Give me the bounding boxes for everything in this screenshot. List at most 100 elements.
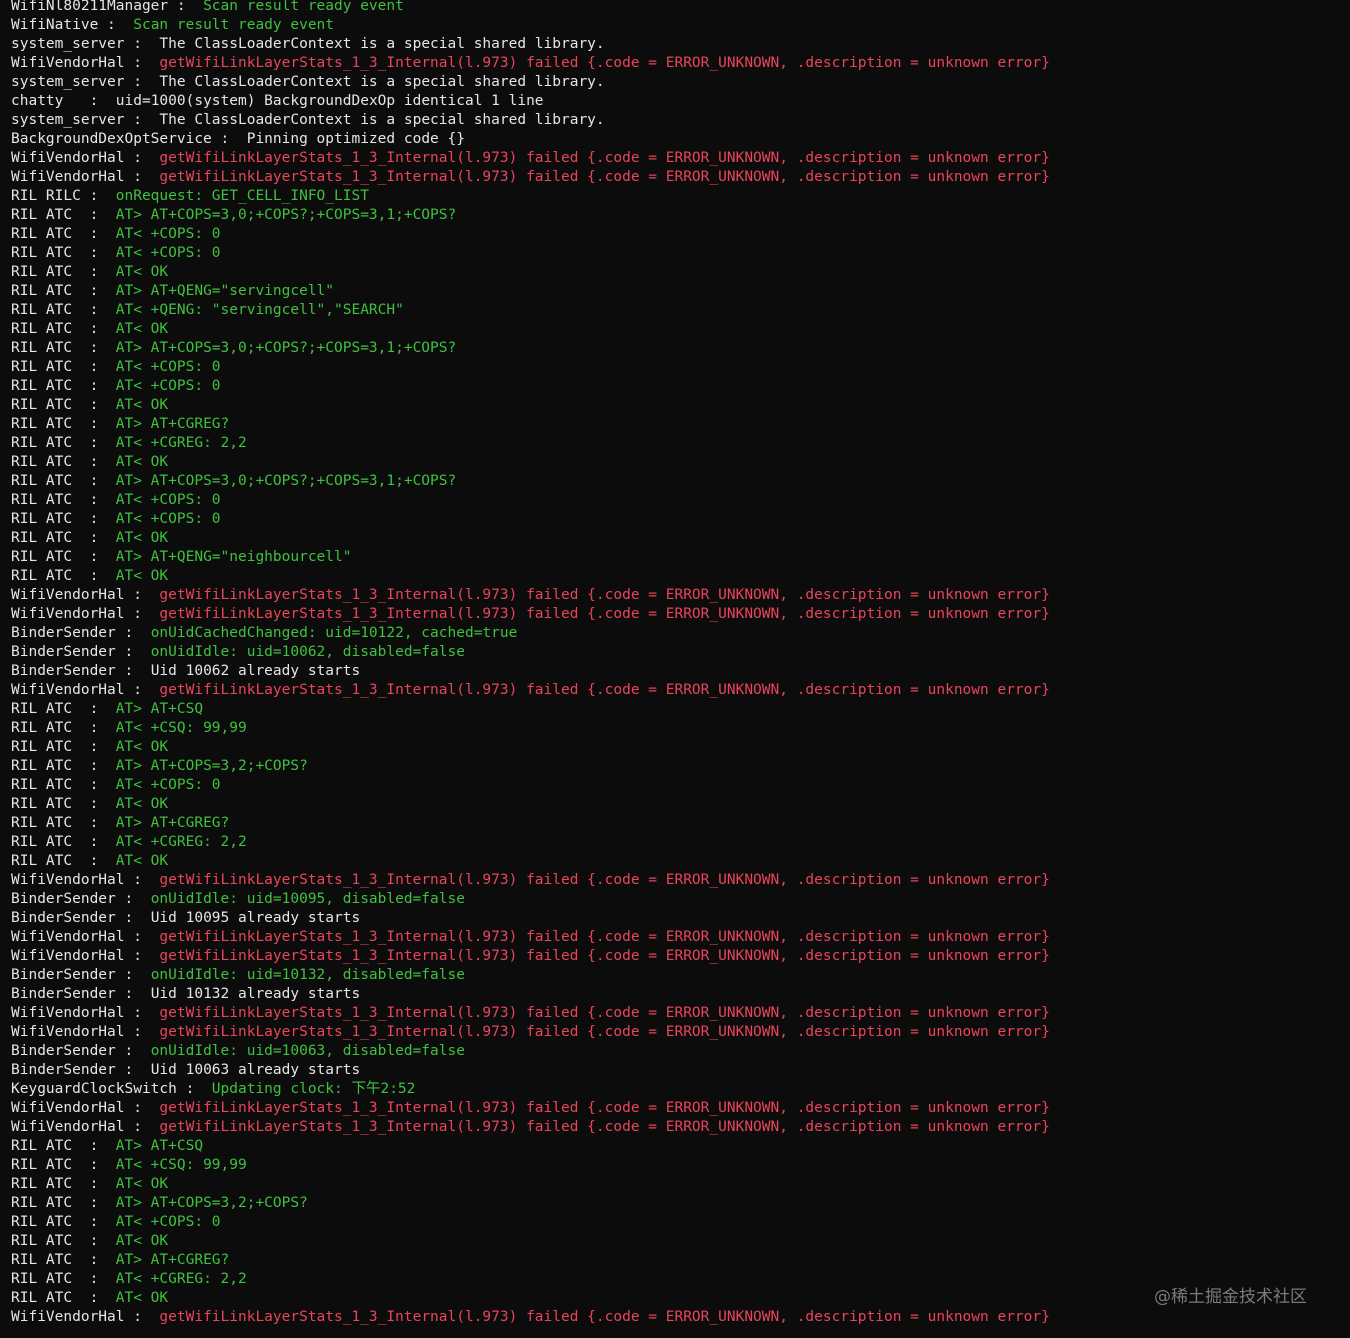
log-separator: : bbox=[72, 416, 116, 432]
log-tag: RIL ATC bbox=[11, 511, 73, 527]
log-separator: : bbox=[72, 549, 116, 565]
log-message: AT< +COPS: 0 bbox=[115, 226, 221, 242]
log-line: RIL ATC : AT< +CSQ: 99,99 bbox=[11, 1156, 1350, 1175]
log-line: RIL ATC : AT> AT+CGREG? bbox=[11, 1251, 1350, 1270]
log-separator: : bbox=[176, 1081, 212, 1097]
log-message: AT< OK bbox=[115, 321, 169, 337]
log-line: WifiVendorHal : getWifiLinkLayerStats_1_… bbox=[11, 1308, 1350, 1327]
log-message: AT> AT+QENG="neighbourcell" bbox=[115, 549, 352, 565]
log-separator: : bbox=[124, 872, 160, 888]
watermark-text: @稀土掘金技术社区 bbox=[1154, 1287, 1307, 1307]
log-message: Uid 10063 already starts bbox=[150, 1062, 361, 1078]
log-separator: : bbox=[72, 378, 116, 394]
log-separator: : bbox=[72, 435, 116, 451]
log-message: onRequest: GET_CELL_INFO_LIST bbox=[115, 188, 369, 204]
log-message: AT> AT+CSQ bbox=[115, 701, 204, 717]
log-line: BinderSender : onUidCachedChanged: uid=1… bbox=[11, 624, 1350, 643]
log-line: RIL ATC : AT< OK bbox=[11, 567, 1350, 586]
log-message: The ClassLoaderContext is a special shar… bbox=[159, 36, 605, 52]
log-message: Pinning optimized code {} bbox=[246, 131, 465, 147]
log-tag: RIL ATC bbox=[11, 549, 73, 565]
log-separator: : bbox=[72, 815, 116, 831]
log-message: AT< +QENG: "servingcell","SEARCH" bbox=[115, 302, 404, 318]
log-separator: : bbox=[72, 473, 116, 489]
log-message: AT> AT+CSQ bbox=[115, 1138, 204, 1154]
log-tag: RIL ATC bbox=[11, 701, 73, 717]
log-line: RIL RILC : onRequest: GET_CELL_INFO_LIST bbox=[11, 187, 1350, 206]
log-tag: RIL ATC bbox=[11, 473, 73, 489]
log-tag: RIL ATC bbox=[11, 1271, 73, 1287]
terminal-log-output[interactable]: WifiNl80211Manager : Scan result ready e… bbox=[11, 0, 1350, 1327]
log-separator: : bbox=[72, 701, 116, 717]
log-line: RIL ATC : AT> AT+CGREG? bbox=[11, 415, 1350, 434]
log-separator: : bbox=[124, 1024, 160, 1040]
log-separator: : bbox=[72, 397, 116, 413]
log-separator: : bbox=[124, 150, 160, 166]
log-message: AT> AT+CGREG? bbox=[115, 815, 230, 831]
log-tag: RIL ATC bbox=[11, 1176, 73, 1192]
log-line: RIL ATC : AT< +CSQ: 99,99 bbox=[11, 719, 1350, 738]
log-line: BinderSender : onUidIdle: uid=10095, dis… bbox=[11, 890, 1350, 909]
log-message: onUidIdle: uid=10062, disabled=false bbox=[150, 644, 465, 660]
log-tag: RIL ATC bbox=[11, 1290, 73, 1306]
log-message: AT< +CGREG: 2,2 bbox=[115, 1271, 247, 1287]
log-tag: system_server bbox=[11, 74, 125, 90]
log-separator: : bbox=[72, 777, 116, 793]
log-line: system_server : The ClassLoaderContext i… bbox=[11, 111, 1350, 130]
log-tag: WifiVendorHal bbox=[11, 169, 125, 185]
log-separator: : bbox=[72, 1271, 116, 1287]
log-line: RIL ATC : AT< OK bbox=[11, 320, 1350, 339]
log-message: AT< OK bbox=[115, 530, 169, 546]
log-line: BinderSender : onUidIdle: uid=10132, dis… bbox=[11, 966, 1350, 985]
log-separator: : bbox=[115, 625, 151, 641]
log-tag: BinderSender bbox=[11, 986, 116, 1002]
log-separator: : bbox=[124, 112, 160, 128]
log-line: RIL ATC : AT> AT+CSQ bbox=[11, 1137, 1350, 1156]
log-message: getWifiLinkLayerStats_1_3_Internal(l.973… bbox=[159, 150, 1050, 166]
log-line: RIL ATC : AT< OK bbox=[11, 453, 1350, 472]
log-separator: : bbox=[72, 245, 116, 261]
log-tag: RIL ATC bbox=[11, 492, 73, 508]
log-line: RIL ATC : AT< OK bbox=[11, 1232, 1350, 1251]
log-tag: BinderSender bbox=[11, 644, 116, 660]
log-tag: chatty bbox=[11, 93, 64, 109]
log-message: getWifiLinkLayerStats_1_3_Internal(l.973… bbox=[159, 55, 1050, 71]
log-tag: BackgroundDexOptService bbox=[11, 131, 212, 147]
log-line: KeyguardClockSwitch : Updating clock: 下午… bbox=[11, 1080, 1350, 1099]
log-line: WifiVendorHal : getWifiLinkLayerStats_1_… bbox=[11, 947, 1350, 966]
log-tag: WifiVendorHal bbox=[11, 1119, 125, 1135]
log-message: AT> AT+COPS=3,2;+COPS? bbox=[115, 758, 308, 774]
log-tag: BinderSender bbox=[11, 1043, 116, 1059]
log-line: WifiVendorHal : getWifiLinkLayerStats_1_… bbox=[11, 605, 1350, 624]
log-message: AT< +COPS: 0 bbox=[115, 359, 221, 375]
log-line: RIL ATC : AT> AT+QENG="neighbourcell" bbox=[11, 548, 1350, 567]
log-tag: RIL ATC bbox=[11, 1138, 73, 1154]
log-tag: WifiVendorHal bbox=[11, 929, 125, 945]
log-line: WifiVendorHal : getWifiLinkLayerStats_1_… bbox=[11, 1099, 1350, 1118]
log-tag: RIL ATC bbox=[11, 416, 73, 432]
log-line: RIL ATC : AT< +COPS: 0 bbox=[11, 510, 1350, 529]
log-separator: : bbox=[124, 36, 160, 52]
log-tag: BinderSender bbox=[11, 891, 116, 907]
log-message: AT< +CSQ: 99,99 bbox=[115, 720, 247, 736]
log-line: BinderSender : onUidIdle: uid=10063, dis… bbox=[11, 1042, 1350, 1061]
log-line: RIL ATC : AT< +QENG: "servingcell","SEAR… bbox=[11, 301, 1350, 320]
log-message: AT< OK bbox=[115, 568, 169, 584]
log-separator: : bbox=[72, 1233, 116, 1249]
log-line: WifiVendorHal : getWifiLinkLayerStats_1_… bbox=[11, 1118, 1350, 1137]
log-tag: BinderSender bbox=[11, 625, 116, 641]
log-separator: : bbox=[115, 1062, 151, 1078]
log-message: onUidIdle: uid=10095, disabled=false bbox=[150, 891, 465, 907]
log-message: getWifiLinkLayerStats_1_3_Internal(l.973… bbox=[159, 587, 1050, 603]
log-line: RIL ATC : AT> AT+CSQ bbox=[11, 700, 1350, 719]
log-message: AT< OK bbox=[115, 397, 169, 413]
log-message: Uid 10062 already starts bbox=[150, 663, 361, 679]
log-separator: : bbox=[72, 359, 116, 375]
log-tag: RIL ATC bbox=[11, 1252, 73, 1268]
log-message: AT< OK bbox=[115, 796, 169, 812]
log-separator: : bbox=[124, 587, 160, 603]
log-separator: : bbox=[115, 1043, 151, 1059]
log-separator: : bbox=[72, 207, 116, 223]
log-line: RIL ATC : AT< +COPS: 0 bbox=[11, 1213, 1350, 1232]
log-message: getWifiLinkLayerStats_1_3_Internal(l.973… bbox=[159, 929, 1050, 945]
